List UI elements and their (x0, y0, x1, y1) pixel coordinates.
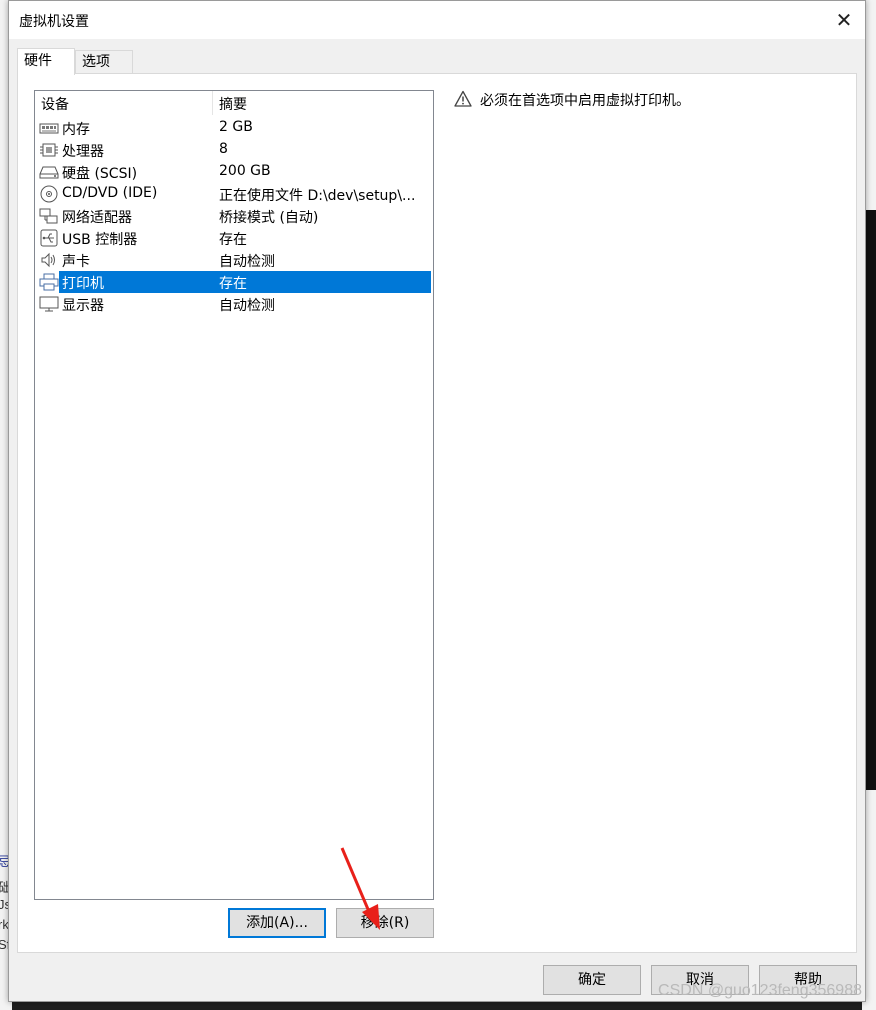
device-row-processor[interactable]: 处理器 8 (37, 139, 431, 161)
device-name: 声卡 (62, 254, 90, 270)
device-name: CD/DVD (IDE) (62, 185, 158, 201)
dialog-title: 虚拟机设置 (19, 14, 89, 30)
title-bar: 虚拟机设置 ✕ (9, 1, 865, 39)
cd-dvd-icon (40, 185, 58, 203)
tab-hardware[interactable]: 硬件 (17, 48, 75, 75)
device-row-display[interactable]: 显示器 自动检测 (37, 293, 431, 315)
printer-icon (39, 273, 59, 291)
column-header-device[interactable]: 设备 (41, 94, 69, 114)
device-summary: 桥接模式 (自动) (219, 210, 319, 226)
close-icon[interactable]: ✕ (831, 7, 857, 33)
ok-button[interactable]: 确定 (543, 965, 641, 995)
device-name: 处理器 (62, 144, 104, 160)
device-name: 网络适配器 (62, 210, 132, 226)
device-row-network-adapter[interactable]: 网络适配器 桥接模式 (自动) (37, 205, 431, 227)
device-name: 打印机 (62, 276, 104, 292)
list-header: 设备 摘要 (35, 91, 433, 115)
device-row-cd-dvd[interactable]: CD/DVD (IDE) 正在使用文件 D:\dev\setup\... (37, 183, 431, 205)
tab-options[interactable]: 选项 (75, 50, 133, 74)
watermark: CSDN @guo123feng356988 (658, 982, 862, 999)
device-summary: 正在使用文件 D:\dev\setup\... (219, 188, 416, 204)
hardware-panel: 设备 摘要 内存 2 GB 处理器 8 硬盘 (SCSI) 200 GB CD/… (17, 73, 857, 953)
device-summary: 8 (219, 141, 228, 157)
device-summary: 存在 (219, 232, 247, 248)
device-name: 显示器 (62, 298, 104, 314)
warning-icon (454, 90, 472, 107)
column-divider[interactable] (212, 91, 213, 115)
network-adapter-icon (39, 208, 58, 224)
remove-device-button[interactable]: 移除(R) (336, 908, 434, 938)
device-summary: 存在 (219, 276, 247, 292)
column-header-summary[interactable]: 摘要 (219, 94, 247, 114)
add-device-button[interactable]: 添加(A)... (228, 908, 326, 938)
display-icon (39, 296, 59, 312)
device-summary: 2 GB (219, 119, 253, 135)
notice-text: 必须在首选项中启用虚拟打印机。 (480, 93, 690, 109)
sound-card-icon (41, 252, 55, 268)
vm-settings-dialog: 虚拟机设置 ✕ 硬件 选项 设备 摘要 内存 2 GB 处理器 8 硬盘 (SC… (8, 0, 866, 1002)
device-row-memory[interactable]: 内存 2 GB (37, 117, 431, 139)
device-list: 设备 摘要 内存 2 GB 处理器 8 硬盘 (SCSI) 200 GB CD/… (34, 90, 434, 900)
device-summary: 200 GB (219, 163, 271, 179)
device-row-printer[interactable]: 打印机 存在 (37, 271, 431, 293)
usb-icon (40, 229, 58, 247)
device-summary: 自动检测 (219, 298, 275, 314)
processor-icon (40, 143, 58, 157)
device-row-hard-disk[interactable]: 硬盘 (SCSI) 200 GB (37, 161, 431, 183)
device-summary: 自动检测 (219, 254, 275, 270)
device-name: 硬盘 (SCSI) (62, 166, 138, 182)
hard-disk-icon (39, 166, 59, 179)
device-name: 内存 (62, 122, 90, 138)
device-name: USB 控制器 (62, 232, 138, 248)
memory-icon (39, 123, 59, 134)
device-row-sound-card[interactable]: 声卡 自动检测 (37, 249, 431, 271)
device-row-usb-controller[interactable]: USB 控制器 存在 (37, 227, 431, 249)
